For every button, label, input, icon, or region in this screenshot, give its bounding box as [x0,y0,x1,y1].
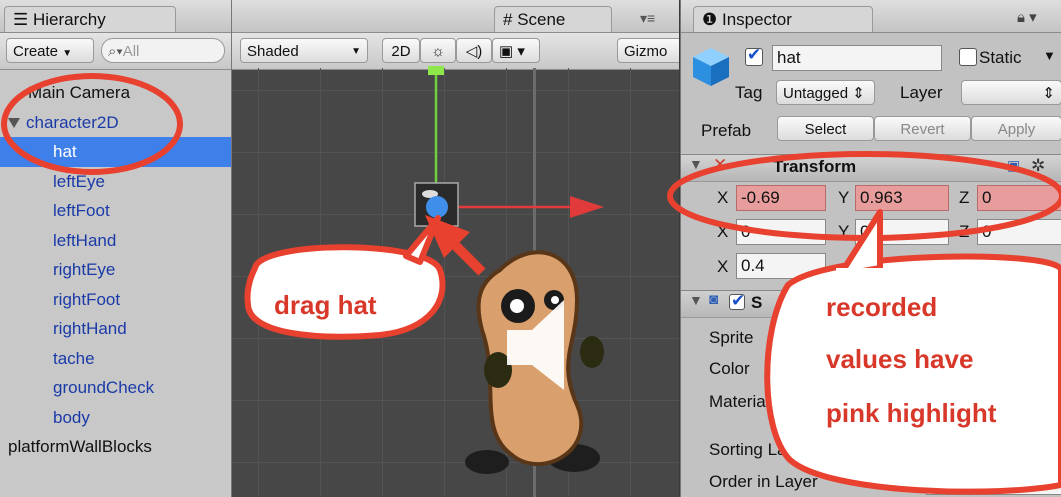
recorded-values-bubble-tail [837,209,883,278]
highlight-ellipse-transform [667,151,1061,241]
bubble-tail-join [836,268,884,280]
highlight-ellipse-hierarchy [1,73,183,175]
note-line-3: pink highlight [826,398,997,428]
note-line-2: values have [826,344,974,374]
drag-hat-callout: drag hat [274,290,377,320]
note-line-1: recorded [826,292,938,322]
